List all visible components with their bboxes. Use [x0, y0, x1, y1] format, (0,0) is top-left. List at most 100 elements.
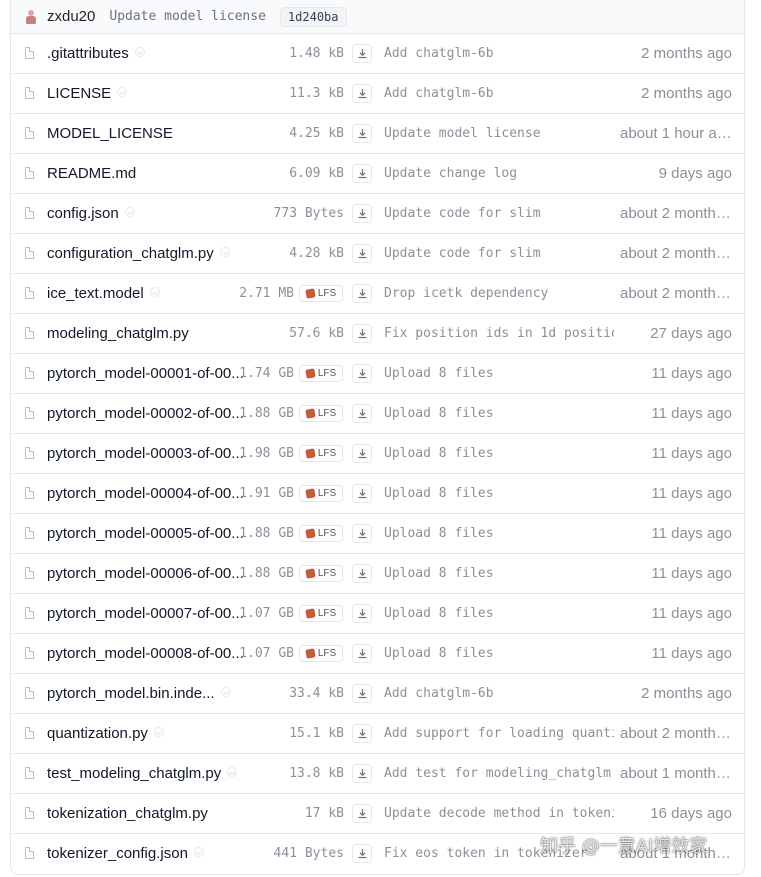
commit-message-link[interactable]: Update decode method in tokenizer	[384, 806, 614, 821]
file-name[interactable]: modeling_chatglm.py	[47, 325, 189, 342]
file-row[interactable]: LICENSE 11.3 kB Add chatglm-6b 2 months ago	[11, 74, 744, 114]
commit-message-link[interactable]: Upload 8 files	[384, 366, 614, 381]
download-button[interactable]	[352, 724, 372, 743]
download-button[interactable]	[352, 484, 372, 503]
commit-hash[interactable]: 1d240ba	[279, 6, 347, 27]
file-row[interactable]: pytorch_model-00002-of-00... 1.88 GB LFS Up…	[11, 394, 744, 434]
commit-message-link[interactable]: Upload 8 files	[384, 446, 614, 461]
file-name[interactable]: pytorch_model-00005-of-00...	[47, 525, 244, 542]
download-button[interactable]	[352, 444, 372, 463]
security-check-icon[interactable]	[153, 727, 164, 737]
last-modified: 2 months ago	[641, 45, 732, 62]
file-row[interactable]: tokenization_chatglm.py 17 kB Update decod…	[11, 794, 744, 834]
file-row[interactable]: MODEL_LICENSE 4.25 kB Update model license…	[11, 114, 744, 154]
download-icon	[358, 769, 367, 779]
download-button[interactable]	[352, 84, 372, 103]
download-button[interactable]	[352, 204, 372, 223]
file-name[interactable]: pytorch_model-00002-of-00...	[47, 405, 244, 422]
file-row[interactable]: pytorch_model-00005-of-00... 1.88 GB LFS Up…	[11, 514, 744, 554]
download-button[interactable]	[352, 644, 372, 663]
download-button[interactable]	[352, 324, 372, 343]
file-row[interactable]: README.md 6.09 kB Update change log 9 days …	[11, 154, 744, 194]
download-button[interactable]	[352, 164, 372, 183]
file-row[interactable]: modeling_chatglm.py 57.6 kB Fix position i…	[11, 314, 744, 354]
security-check-icon[interactable]	[124, 207, 135, 217]
download-button[interactable]	[352, 44, 372, 63]
commit-message-link[interactable]: Add chatglm-6b	[384, 686, 614, 701]
file-name[interactable]: pytorch_model-00001-of-00...	[47, 365, 244, 382]
commit-message-link[interactable]: Upload 8 files	[384, 566, 614, 581]
download-button[interactable]	[352, 244, 372, 263]
download-button[interactable]	[352, 404, 372, 423]
file-row[interactable]: pytorch_model-00001-of-00... 1.74 GB LFS Up…	[11, 354, 744, 394]
file-row[interactable]: pytorch_model-00007-of-00... 1.07 GB LFS Up…	[11, 594, 744, 634]
file-name[interactable]: .gitattributes	[47, 45, 145, 62]
download-button[interactable]	[352, 364, 372, 383]
file-row[interactable]: config.json 773 Bytes Update code for slim…	[11, 194, 744, 234]
commit-author[interactable]: zxdu20	[47, 8, 95, 25]
file-row[interactable]: configuration_chatglm.py 4.28 kB Update co…	[11, 234, 744, 274]
security-check-icon[interactable]	[134, 47, 145, 57]
download-button[interactable]	[352, 124, 372, 143]
file-name[interactable]: pytorch_model-00003-of-00...	[47, 445, 244, 462]
commit-message-link[interactable]: Add support for loading quantized	[384, 726, 614, 741]
file-name[interactable]: pytorch_model.bin.inde...	[47, 685, 231, 702]
download-button[interactable]	[352, 564, 372, 583]
file-name[interactable]: tokenization_chatglm.py	[47, 805, 208, 822]
commit-message-link[interactable]: Add test for modeling_chatglm	[384, 766, 614, 781]
file-name[interactable]: config.json	[47, 205, 135, 222]
security-check-icon[interactable]	[149, 287, 160, 297]
avatar[interactable]	[25, 9, 37, 24]
file-icon	[25, 847, 34, 859]
commit-message-link[interactable]: Add chatglm-6b	[384, 86, 614, 101]
file-row[interactable]: pytorch_model.bin.inde... 33.4 kB Add chat…	[11, 674, 744, 714]
file-name[interactable]: pytorch_model-00004-of-00...	[47, 485, 244, 502]
commit-message-link[interactable]: Add chatglm-6b	[384, 46, 614, 61]
download-button[interactable]	[352, 524, 372, 543]
commit-message-link[interactable]: Update model license	[384, 126, 614, 141]
file-name[interactable]: LICENSE	[47, 85, 128, 102]
commit-message-link[interactable]: Upload 8 files	[384, 486, 614, 501]
last-modified: about 2 months ago	[620, 205, 732, 222]
file-size: 1.88 GB	[239, 566, 294, 581]
download-button[interactable]	[352, 764, 372, 783]
file-size: 441 Bytes	[273, 846, 344, 861]
commit-message-link[interactable]: Update code for slim	[384, 206, 614, 221]
commit-message-link[interactable]: Upload 8 files	[384, 646, 614, 661]
file-name[interactable]: MODEL_LICENSE	[47, 125, 173, 142]
security-check-icon[interactable]	[117, 87, 128, 97]
file-row[interactable]: ice_text.model 2.71 MB LFS Drop icetk depen…	[11, 274, 744, 314]
file-name[interactable]: tokenizer_config.json	[47, 845, 204, 862]
commit-message-link[interactable]: Drop icetk dependency	[384, 286, 614, 301]
download-button[interactable]	[352, 684, 372, 703]
file-name[interactable]: README.md	[47, 165, 136, 182]
commit-message-link[interactable]: Upload 8 files	[384, 406, 614, 421]
file-row[interactable]: test_modeling_chatglm.py 13.8 kB Add test …	[11, 754, 744, 794]
commit-message-link[interactable]: Update code for slim	[384, 246, 614, 261]
file-name[interactable]: configuration_chatglm.py	[47, 245, 230, 262]
commit-message-link[interactable]: Upload 8 files	[384, 606, 614, 621]
file-name[interactable]: pytorch_model-00008-of-00...	[47, 645, 244, 662]
file-name[interactable]: pytorch_model-00006-of-00...	[47, 565, 244, 582]
file-name[interactable]: quantization.py	[47, 725, 164, 742]
file-icon	[25, 767, 34, 779]
file-row[interactable]: quantization.py 15.1 kB Add support for lo…	[11, 714, 744, 754]
security-check-icon[interactable]	[193, 847, 204, 857]
commit-message[interactable]: Update model license	[109, 9, 266, 24]
download-button[interactable]	[352, 604, 372, 623]
file-row[interactable]: pytorch_model-00003-of-00... 1.98 GB LFS Up…	[11, 434, 744, 474]
download-button[interactable]	[352, 844, 372, 863]
file-name[interactable]: pytorch_model-00007-of-00...	[47, 605, 244, 622]
commit-message-link[interactable]: Upload 8 files	[384, 526, 614, 541]
file-row[interactable]: pytorch_model-00006-of-00... 1.88 GB LFS Up…	[11, 554, 744, 594]
download-button[interactable]	[352, 804, 372, 823]
file-row[interactable]: .gitattributes 1.48 kB Add chatglm-6b 2 mon…	[11, 34, 744, 74]
commit-message-link[interactable]: Update change log	[384, 166, 614, 181]
file-name[interactable]: ice_text.model	[47, 285, 160, 302]
last-modified: 11 days ago	[651, 485, 732, 502]
file-row[interactable]: pytorch_model-00004-of-00... 1.91 GB LFS Up…	[11, 474, 744, 514]
file-row[interactable]: pytorch_model-00008-of-00... 1.07 GB LFS Up…	[11, 634, 744, 674]
download-button[interactable]	[352, 284, 372, 303]
commit-message-link[interactable]: Fix position ids in 1d position	[384, 326, 614, 341]
file-name[interactable]: test_modeling_chatglm.py	[47, 765, 238, 782]
